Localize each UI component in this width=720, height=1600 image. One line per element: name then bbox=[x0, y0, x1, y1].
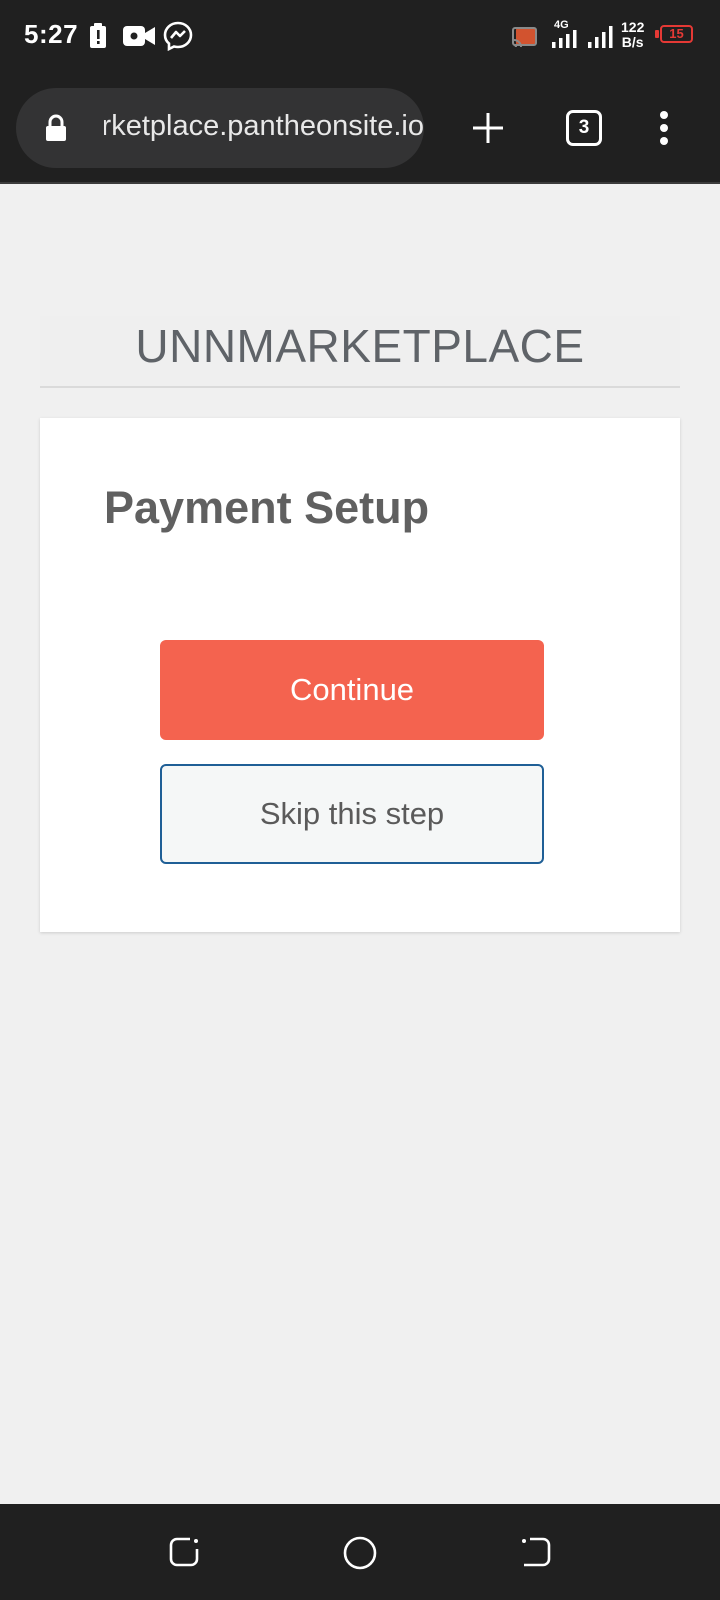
signal-icon bbox=[552, 30, 577, 48]
status-time: 5:27 bbox=[24, 19, 79, 49]
cast-icon bbox=[512, 27, 537, 48]
continue-button[interactable]: Continue bbox=[160, 640, 544, 740]
new-tab-plus-icon[interactable] bbox=[470, 110, 506, 146]
tab-switcher-icon[interactable]: 3 bbox=[566, 110, 602, 146]
battery-icon: 15 bbox=[660, 25, 693, 43]
network-speed: 122 B/s bbox=[621, 20, 644, 50]
more-menu-icon[interactable] bbox=[654, 110, 674, 146]
battery-saver-icon bbox=[90, 23, 106, 48]
browser-toolbar: unnmarketplace.pantheonsite.io 3 bbox=[0, 72, 720, 184]
network-speed-value: 122 bbox=[621, 19, 645, 35]
back-icon[interactable] bbox=[520, 1536, 552, 1568]
lock-icon[interactable] bbox=[44, 114, 68, 142]
url-text[interactable]: unnmarketplace.pantheonsite.io bbox=[104, 110, 424, 143]
home-icon[interactable] bbox=[343, 1536, 377, 1570]
battery-tip bbox=[655, 30, 659, 38]
recent-apps-icon[interactable] bbox=[168, 1536, 200, 1568]
messenger-icon bbox=[163, 21, 193, 51]
signal-icon bbox=[588, 26, 613, 48]
battery-level: 15 bbox=[669, 26, 684, 41]
network-speed-unit: B/s bbox=[621, 34, 644, 50]
address-bar[interactable]: unnmarketplace.pantheonsite.io bbox=[16, 88, 424, 168]
site-title[interactable]: UNNMARKETPLACE bbox=[40, 316, 680, 376]
status-bar: 5:27 4G 122 B/s 15 bbox=[0, 0, 720, 72]
tab-count: 3 bbox=[578, 117, 590, 138]
navigation-bar bbox=[0, 1504, 720, 1600]
payment-setup-card: Payment Setup Continue Skip this step bbox=[40, 418, 680, 932]
video-recording-icon bbox=[123, 26, 155, 46]
skip-step-button[interactable]: Skip this step bbox=[160, 764, 544, 864]
page-title: Payment Setup bbox=[104, 482, 430, 533]
site-header: UNNMARKETPLACE bbox=[40, 316, 680, 388]
